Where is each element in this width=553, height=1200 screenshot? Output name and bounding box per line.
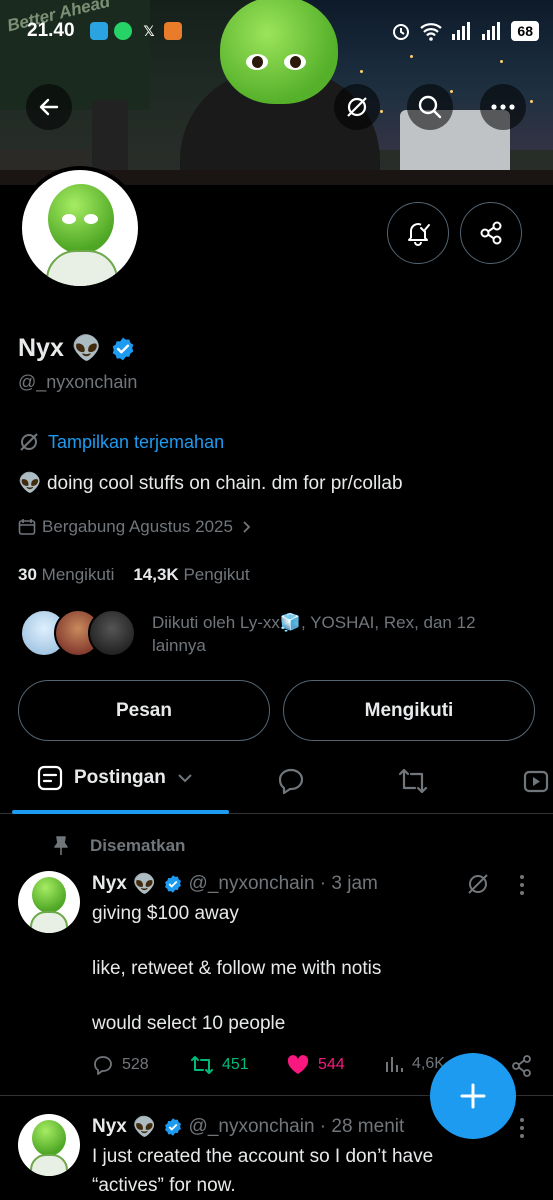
- tweet-body-line-2: “actives” for now.: [92, 1175, 236, 1196]
- share-profile-button[interactable]: [460, 202, 522, 264]
- share-icon[interactable]: [510, 1054, 534, 1078]
- joined-date[interactable]: Bergabung Agustus 2025: [18, 517, 253, 537]
- followers-link[interactable]: 14,3K Pengikut: [133, 565, 249, 584]
- profile-bio: 👽 doing cool stuffs on chain. dm for pr/…: [18, 471, 403, 495]
- following-count: 30: [18, 565, 37, 584]
- profile-name: Nyx 👽: [18, 334, 136, 363]
- alien-emoji-icon: 👽: [132, 874, 157, 895]
- message-button[interactable]: Pesan: [18, 680, 270, 741]
- search-button[interactable]: [407, 84, 453, 130]
- notifications-button[interactable]: [387, 202, 449, 264]
- bio-text: doing cool stuffs on chain. dm for pr/co…: [46, 473, 403, 494]
- battery-indicator: 68: [511, 21, 539, 41]
- verified-badge-icon: [164, 875, 181, 893]
- show-translation-link[interactable]: Tampilkan terjemahan: [18, 431, 224, 453]
- compose-post-button[interactable]: [430, 1053, 516, 1139]
- tweet-body-line-1: I just created the account so I don’t ha…: [92, 1146, 434, 1167]
- tab-posts[interactable]: Postingan: [36, 764, 194, 792]
- alien-emoji-icon: 👽: [132, 1117, 157, 1138]
- alarm-icon: [393, 24, 410, 40]
- chevron-right-icon: [243, 521, 251, 533]
- tweet-header: Nyx 👽 @_nyxonchain · 28 menit: [92, 1115, 404, 1139]
- signal-icon: [452, 22, 471, 40]
- reply-icon: [94, 1056, 112, 1075]
- retweet-count: 451: [222, 1056, 249, 1073]
- status-time: 21.40: [27, 20, 75, 41]
- tweet-author-name[interactable]: Nyx: [92, 873, 127, 895]
- display-name: Nyx: [18, 334, 64, 362]
- translate-profile-button[interactable]: [334, 84, 380, 130]
- reply-count: 528: [122, 1056, 149, 1073]
- tweet-meta: @_nyxonchain · 28 menit: [188, 1116, 405, 1137]
- signal-icon-2: [482, 22, 501, 40]
- pinned-label: Disematkan: [52, 836, 185, 856]
- posts-icon: [37, 765, 63, 791]
- tweet-body-line-2: like, retweet & follow me with notis: [92, 958, 382, 979]
- telegram-icon: [90, 22, 108, 40]
- whatsapp-icon: [114, 22, 132, 40]
- views-icon: [386, 1057, 403, 1072]
- tweet-avatar[interactable]: [18, 871, 80, 933]
- retweet-icon: [191, 1056, 213, 1074]
- tab-posts-label: Postingan: [74, 767, 166, 788]
- app-notification-icon: [164, 22, 182, 40]
- like-count: 544: [318, 1056, 345, 1073]
- tab-reposts[interactable]: [397, 766, 429, 796]
- profile-avatar[interactable]: [18, 166, 142, 290]
- followed-by-text[interactable]: Diikuti oleh Ly-xx🧊, YOSHAI, Rex, dan 12…: [152, 611, 512, 657]
- more-options-button[interactable]: [480, 84, 526, 130]
- tweet-body-line-1: giving $100 away: [92, 903, 239, 924]
- tweet-author-name[interactable]: Nyx: [92, 1116, 127, 1138]
- tab-active-indicator: [12, 810, 229, 814]
- pinned-text: Disematkan: [90, 836, 186, 855]
- tweet-header: Nyx 👽 @_nyxonchain · 3 jam: [92, 872, 378, 896]
- status-right: 68: [391, 21, 539, 41]
- show-translation-label: Tampilkan terjemahan: [48, 431, 225, 452]
- more-icon: [491, 104, 515, 110]
- tweet-body-line-3: would select 10 people: [92, 1013, 286, 1034]
- banner-alien: [220, 0, 338, 104]
- joined-label: Bergabung Agustus 2025: [42, 517, 233, 536]
- tab-replies[interactable]: [276, 766, 306, 796]
- retweet-button[interactable]: 451: [190, 1054, 249, 1076]
- search-icon: [418, 95, 442, 119]
- tweet-meta: @_nyxonchain · 3 jam: [188, 873, 378, 894]
- calendar-icon: [18, 519, 36, 535]
- follower-avatar-3[interactable]: [88, 609, 136, 657]
- verified-badge-icon[interactable]: [110, 336, 136, 362]
- status-bar: 21.40 𝕏 68: [0, 18, 553, 48]
- verified-badge-icon: [164, 1118, 181, 1136]
- follow-counts: 30 Mengikuti 14,3K Pengikut: [18, 565, 250, 585]
- followers-count: 14,3K: [133, 565, 179, 584]
- profile-tabs: Postingan: [0, 752, 553, 814]
- reply-button[interactable]: 528: [92, 1054, 149, 1076]
- tweet-more-icon[interactable]: [518, 1117, 526, 1139]
- back-button[interactable]: [26, 84, 72, 130]
- arrow-left-icon: [39, 98, 59, 116]
- x-app-icon: 𝕏: [143, 23, 155, 39]
- following-label: Mengikuti: [41, 565, 115, 584]
- pin-icon: [54, 836, 68, 855]
- bell-check-icon: [408, 223, 430, 246]
- tweet-more-icon[interactable]: [518, 874, 526, 896]
- following-button[interactable]: Mengikuti: [283, 680, 535, 741]
- translate-icon: [20, 433, 38, 451]
- alien-emoji-icon: 👽: [71, 335, 102, 362]
- tab-media[interactable]: [520, 766, 550, 796]
- like-button[interactable]: 544: [286, 1054, 345, 1076]
- translate-icon[interactable]: [466, 872, 490, 896]
- translate-icon: [347, 97, 367, 117]
- alien-emoji-icon: 👽: [18, 473, 42, 494]
- wifi-icon: [420, 23, 443, 41]
- chevron-down-icon: [178, 774, 192, 783]
- followers-label: Pengikut: [183, 565, 250, 584]
- views-button[interactable]: 4,6K: [384, 1054, 445, 1074]
- heart-icon: [287, 1055, 309, 1074]
- following-link[interactable]: 30 Mengikuti: [18, 565, 114, 584]
- tweet-avatar[interactable]: [18, 1114, 80, 1176]
- share-icon: [480, 221, 502, 245]
- profile-handle: @_nyxonchain: [18, 372, 138, 392]
- plus-icon: [460, 1083, 486, 1109]
